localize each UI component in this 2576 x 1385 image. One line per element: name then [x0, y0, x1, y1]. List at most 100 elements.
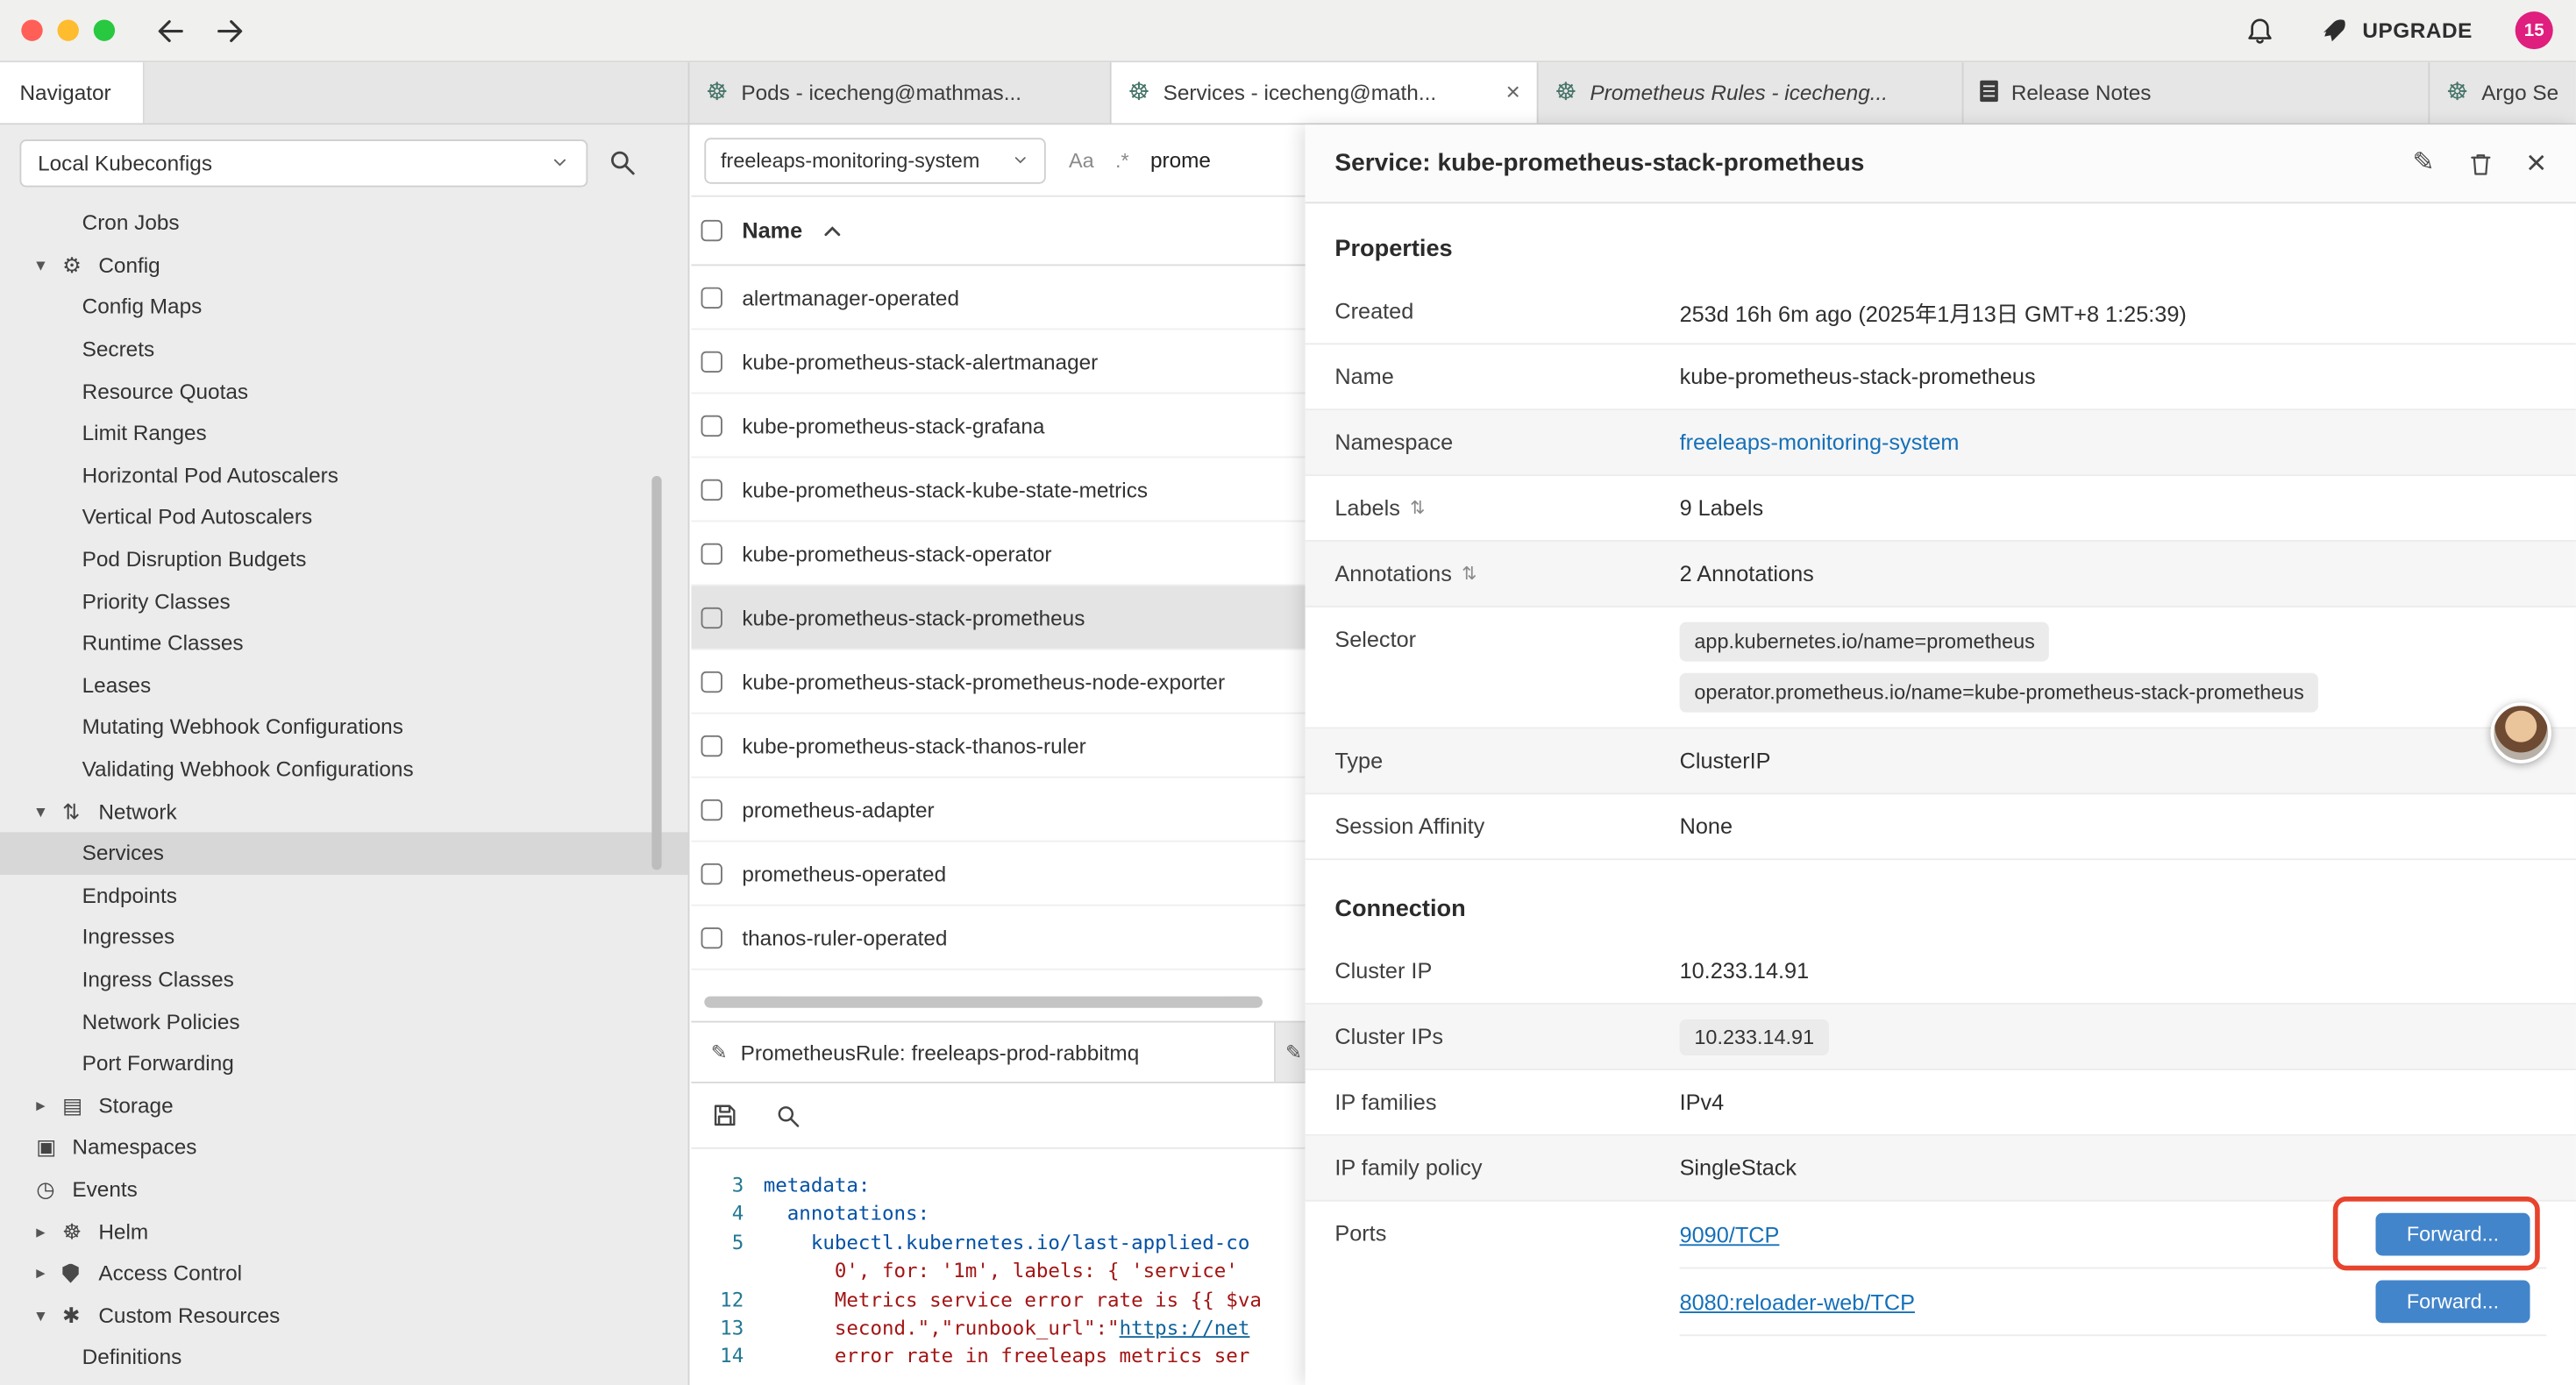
search-icon[interactable]: [775, 1102, 801, 1128]
namespace-link[interactable]: freeleaps-monitoring-system: [1680, 430, 1960, 455]
sidebar-item-vertical-pod-autoscalers[interactable]: Vertical Pod Autoscalers: [0, 496, 688, 538]
edit-icon[interactable]: ✎: [2412, 150, 2434, 176]
forward-button[interactable]: Forward...: [2376, 1281, 2530, 1324]
sidebar-item-horizontal-pod-autoscalers[interactable]: Horizontal Pod Autoscalers: [0, 454, 688, 496]
service-row[interactable]: kube-prometheus-stack-prometheus-node-ex…: [691, 650, 1306, 714]
notification-count-badge[interactable]: 15: [2516, 11, 2553, 49]
port-link[interactable]: 8080:reloader-web/TCP: [1680, 1289, 1915, 1314]
sidebar-item-endpoints[interactable]: Endpoints: [0, 874, 688, 916]
sidebar-item-secrets[interactable]: Secrets: [0, 328, 688, 370]
zoom-window-button[interactable]: [94, 19, 115, 40]
tree-item-label: Namespaces: [72, 1135, 196, 1160]
horizontal-scrollbar[interactable]: [704, 997, 1263, 1008]
row-checkbox[interactable]: [701, 415, 722, 436]
code-line: 14 error rate in freeleaps metrics ser: [691, 1343, 1306, 1372]
regex-toggle[interactable]: .*: [1115, 148, 1129, 171]
sidebar-item-runtime-classes[interactable]: Runtime Classes: [0, 622, 688, 664]
sidebar-item-config-maps[interactable]: Config Maps: [0, 286, 688, 328]
row-checkbox[interactable]: [701, 543, 722, 564]
service-row[interactable]: prometheus-operated: [691, 842, 1306, 906]
sidebar-item-resource-quotas[interactable]: Resource Quotas: [0, 370, 688, 412]
service-row[interactable]: kube-prometheus-stack-operator: [691, 522, 1306, 586]
service-row[interactable]: kube-prometheus-stack-kube-state-metrics: [691, 458, 1306, 522]
sidebar-item-priority-classes[interactable]: Priority Classes: [0, 580, 688, 622]
service-row[interactable]: prometheus-adapter: [691, 778, 1306, 842]
port-link[interactable]: 9090/TCP: [1680, 1222, 1780, 1246]
tab-prometheus-rules[interactable]: ☸ Prometheus Rules - icecheng...: [1539, 62, 1964, 123]
property-row-labels: Labels⇅ 9 Labels: [1306, 476, 2576, 542]
chevron-icon: ▸: [36, 1220, 62, 1241]
sidebar-item-events[interactable]: ◷ Events: [0, 1168, 688, 1211]
match-case-toggle[interactable]: Aa: [1069, 148, 1094, 171]
row-checkbox[interactable]: [701, 927, 722, 948]
sidebar-item-leases[interactable]: Leases: [0, 664, 688, 706]
sidebar-item-limit-ranges[interactable]: Limit Ranges: [0, 412, 688, 454]
forward-arrow-icon[interactable]: [213, 14, 246, 46]
navigator-panel-tab[interactable]: Navigator: [0, 62, 145, 123]
forward-button[interactable]: Forward...: [2376, 1213, 2530, 1256]
sidebar-item-port-forwarding[interactable]: Port Forwarding: [0, 1042, 688, 1084]
upgrade-button[interactable]: UPGRADE: [2318, 17, 2473, 45]
row-checkbox[interactable]: [701, 287, 722, 308]
sidebar-item-namespaces[interactable]: ▣ Namespaces: [0, 1126, 688, 1168]
table-header: Name: [691, 197, 1306, 266]
search-icon[interactable]: [608, 148, 637, 178]
sidebar-group-storage[interactable]: ▸ ▤ Storage: [0, 1084, 688, 1126]
dock-tab-prometheusrule[interactable]: ✎ PrometheusRule: freeleaps-prod-rabbitm…: [691, 1023, 1276, 1082]
namespace-selector[interactable]: freeleaps-monitoring-system: [704, 137, 1045, 182]
close-tab-icon[interactable]: ×: [1506, 81, 1520, 105]
notifications-bell-icon[interactable]: [2245, 15, 2276, 46]
minimize-window-button[interactable]: [58, 19, 79, 40]
sidebar-group-access-control[interactable]: ▸ Access Control: [0, 1252, 688, 1294]
select-all-checkbox[interactable]: [701, 220, 722, 241]
tab-argo[interactable]: ☸ Argo Se: [2430, 62, 2576, 123]
close-window-button[interactable]: [21, 19, 42, 40]
name-column-header[interactable]: Name: [742, 218, 802, 243]
service-name: kube-prometheus-stack-prometheus: [742, 605, 1085, 629]
sidebar-item-ingress-classes[interactable]: Ingress Classes: [0, 958, 688, 1000]
sidebar-group-custom-resources[interactable]: ▾ ✱ Custom Resources: [0, 1294, 688, 1336]
sidebar-item-services[interactable]: Services: [0, 832, 688, 874]
service-row[interactable]: alertmanager-operated: [691, 266, 1306, 330]
close-icon[interactable]: ×: [2526, 146, 2546, 181]
service-row[interactable]: thanos-ruler-operated: [691, 906, 1306, 970]
row-checkbox[interactable]: [701, 671, 722, 692]
sidebar-scrollbar[interactable]: [651, 476, 661, 870]
row-checkbox[interactable]: [701, 479, 722, 500]
delete-icon[interactable]: [2467, 148, 2494, 178]
sidebar-group-network[interactable]: ▾ ⇅ Network: [0, 790, 688, 832]
expand-icon[interactable]: ⇅: [1410, 497, 1425, 518]
search-query-input[interactable]: prome: [1150, 148, 1211, 173]
service-row[interactable]: kube-prometheus-stack-thanos-ruler: [691, 714, 1306, 778]
sidebar-item-cron-jobs[interactable]: Cron Jobs: [0, 202, 688, 244]
row-checkbox[interactable]: [701, 607, 722, 628]
tab-services[interactable]: ☸ Services - icecheng@math... ×: [1112, 62, 1539, 123]
service-row[interactable]: kube-prometheus-stack-alertmanager: [691, 330, 1306, 394]
expand-icon[interactable]: ⇅: [1462, 563, 1477, 584]
tab-pods[interactable]: ☸ Pods - icecheng@mathmas...: [689, 62, 1111, 123]
sidebar-group-helm[interactable]: ▸ ☸ Helm: [0, 1211, 688, 1253]
sidebar-group-config[interactable]: ▾ ⚙ Config: [0, 244, 688, 286]
service-row[interactable]: kube-prometheus-stack-prometheus: [691, 586, 1306, 650]
row-checkbox[interactable]: [701, 863, 722, 884]
sort-ascending-icon[interactable]: [822, 224, 842, 238]
yaml-editor[interactable]: 3 metadata: 4 annotations: 5 kubectl.kub…: [691, 1149, 1306, 1385]
kubeconfig-selector[interactable]: Local Kubeconfigs: [19, 138, 587, 186]
sidebar-item-definitions[interactable]: Definitions: [0, 1336, 688, 1378]
sidebar-item-pod-disruption-budgets[interactable]: Pod Disruption Budgets: [0, 538, 688, 580]
back-arrow-icon[interactable]: [154, 14, 187, 46]
tab-release-notes[interactable]: Release Notes: [1964, 62, 2430, 123]
sidebar-item-mutating-webhook-configurations[interactable]: Mutating Webhook Configurations: [0, 706, 688, 748]
dock-tab-partial[interactable]: ✎: [1276, 1023, 1307, 1082]
sidebar-item-validating-webhook-configurations[interactable]: Validating Webhook Configurations: [0, 748, 688, 790]
row-checkbox[interactable]: [701, 351, 722, 372]
row-checkbox[interactable]: [701, 735, 722, 756]
service-row[interactable]: kube-prometheus-stack-grafana: [691, 394, 1306, 458]
sidebar-item-network-policies[interactable]: Network Policies: [0, 1000, 688, 1042]
user-avatar[interactable]: [2491, 702, 2551, 763]
tree-item-label: Vertical Pod Autoscalers: [82, 505, 313, 529]
row-checkbox[interactable]: [701, 799, 722, 820]
save-icon[interactable]: [711, 1101, 739, 1129]
search-box[interactable]: Aa .* prome: [1069, 148, 1211, 173]
sidebar-item-ingresses[interactable]: Ingresses: [0, 916, 688, 958]
